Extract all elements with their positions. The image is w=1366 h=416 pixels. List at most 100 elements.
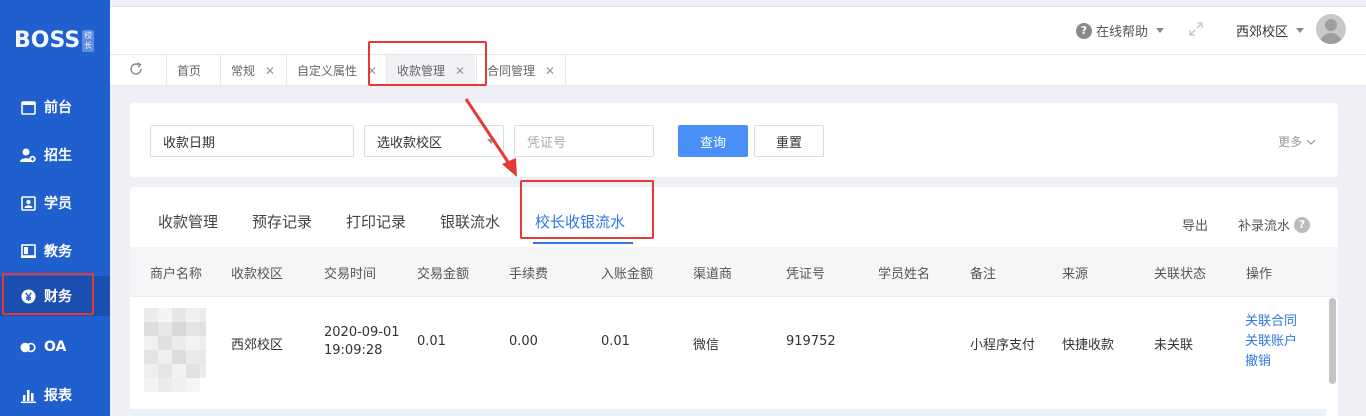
nav-label: 教务 [44, 244, 72, 260]
campus-select-value: 选收款校区 [377, 135, 443, 151]
page-tab-contract-management[interactable]: 合同管理 ✕ [476, 55, 567, 86]
cell-link-status: 未关联 [1154, 338, 1194, 353]
question-icon: ? [1294, 216, 1310, 233]
col-voucher: 凭证号 [786, 267, 826, 282]
cell-remark: 小程序支付 [970, 338, 1036, 353]
nav-item-students[interactable]: 学员 [0, 183, 110, 223]
logo-tag: 校长 [82, 30, 95, 52]
avatar[interactable] [1316, 14, 1346, 44]
cell-voucher: 919752 [786, 334, 836, 349]
nav-label: 学员 [44, 196, 72, 212]
campus-switcher[interactable]: 西郊校区 [1236, 21, 1304, 40]
id-card-icon [20, 195, 36, 211]
col-student-name: 学员姓名 [878, 267, 931, 282]
page-tab-label: 收款管理 [397, 64, 446, 78]
nav-label: 招生 [44, 148, 72, 164]
col-remark: 备注 [970, 267, 997, 282]
next-row-highlight [130, 409, 1326, 416]
nav-label: 财务 [44, 289, 72, 305]
active-tab-indicator [533, 242, 633, 244]
supplement-label: 补录流水 [1237, 219, 1290, 234]
cell-transaction-time: 2020-09-01 19:09:28 [324, 324, 400, 360]
blurred-merchant-name [144, 308, 206, 392]
nav-item-enrollment[interactable]: 招生 [0, 135, 110, 175]
cell-channel: 微信 [693, 338, 720, 353]
link-icon [20, 339, 36, 355]
table-scrollbar[interactable] [1329, 298, 1336, 384]
nav-item-academic[interactable]: 教务 [0, 231, 110, 271]
chevron-down-icon [1306, 139, 1316, 145]
filter-panel: 收款日期 选收款校区 凭证号 查询 重置 更多 [130, 103, 1338, 177]
close-icon[interactable]: ✕ [367, 64, 377, 78]
reset-button[interactable]: 重置 [754, 125, 824, 157]
user-add-icon [20, 147, 36, 163]
book-icon [20, 243, 36, 259]
cell-amount: 0.01 [417, 334, 446, 349]
tab-print-records[interactable]: 打印记录 [346, 211, 406, 232]
table-row: 西郊校区 2020-09-01 19:09:28 0.01 0.00 0.01 … [130, 298, 1326, 410]
calendar-icon [20, 99, 36, 115]
page-tab-label: 常规 [231, 64, 256, 78]
page-tab-general[interactable]: 常规 ✕ [220, 55, 285, 86]
nav-item-oa[interactable]: OA [0, 327, 110, 367]
tab-payment-management[interactable]: 收款管理 [158, 211, 218, 232]
page-tab-payment-management[interactable]: 收款管理 ✕ [386, 55, 476, 86]
caret-down-icon [1156, 28, 1164, 33]
cell-date: 2020-09-01 [324, 325, 400, 340]
tab-principal-cashier-flow[interactable]: 校长收银流水 [535, 211, 625, 232]
caret-down-icon [487, 139, 495, 144]
bar-chart-icon [20, 387, 36, 403]
sub-tabs: 收款管理 预存记录 打印记录 银联流水 校长收银流水 导出 补录流水 ? [130, 187, 1338, 245]
refresh-icon[interactable] [128, 61, 144, 81]
table-header: 商户名称 收款校区 交易时间 交易金额 手续费 入账金额 渠道商 凭证号 学员姓… [130, 247, 1338, 297]
tab-prepaid-records[interactable]: 预存记录 [252, 211, 312, 232]
cell-campus: 西郊校区 [231, 338, 284, 353]
nav-label: OA [44, 339, 67, 355]
cell-net-amount: 0.01 [601, 334, 630, 349]
col-source: 来源 [1062, 267, 1089, 282]
nav-item-finance[interactable]: 财务 [0, 276, 110, 316]
export-button[interactable]: 导出 [1182, 215, 1208, 234]
col-link-status: 关联状态 [1154, 267, 1207, 282]
supplement-flow-button[interactable]: 补录流水 ? [1238, 215, 1310, 234]
page-tab-label: 合同管理 [487, 64, 536, 78]
col-campus: 收款校区 [231, 267, 284, 282]
caret-down-icon [1296, 28, 1304, 33]
question-icon: ? [1075, 22, 1092, 39]
link-account-button[interactable]: 关联账户 [1245, 332, 1297, 352]
col-net-amount: 入账金额 [601, 267, 654, 282]
boss-logo[interactable]: BOSS 校长 [14, 28, 95, 53]
nav-item-reports[interactable]: 报表 [0, 375, 110, 415]
close-icon[interactable]: ✕ [545, 64, 555, 78]
top-bar: ? 在线帮助 西郊校区 [110, 6, 1366, 54]
more-filters-toggle[interactable]: 更多 [1278, 133, 1316, 150]
col-transaction-time: 交易时间 [324, 267, 377, 282]
close-icon[interactable]: ✕ [455, 64, 465, 78]
nav-item-front-desk[interactable]: 前台 [0, 87, 110, 127]
col-channel: 渠道商 [693, 267, 733, 282]
close-icon[interactable]: ✕ [265, 64, 275, 78]
link-contract-button[interactable]: 关联合同 [1245, 312, 1297, 332]
page-tab-custom-attributes[interactable]: 自定义属性 ✕ [286, 55, 387, 86]
voucher-input[interactable]: 凭证号 [514, 125, 654, 157]
online-help[interactable]: ? 在线帮助 [1075, 21, 1164, 40]
query-button[interactable]: 查询 [678, 125, 748, 157]
page-tab-home[interactable]: 首页 [166, 55, 211, 86]
col-amount: 交易金额 [417, 267, 470, 282]
more-label: 更多 [1278, 135, 1303, 149]
main-panel: 收款管理 预存记录 打印记录 银联流水 校长收银流水 导出 补录流水 ? 商户名… [130, 187, 1338, 416]
campus-label: 西郊校区 [1235, 25, 1288, 40]
help-label: 在线帮助 [1095, 25, 1148, 40]
page-tab-label: 首页 [177, 64, 202, 78]
cell-source: 快捷收款 [1062, 338, 1115, 353]
fullscreen-icon[interactable] [1188, 21, 1204, 41]
col-merchant-name: 商户名称 [150, 267, 203, 282]
payment-date-input[interactable]: 收款日期 [150, 125, 354, 157]
cell-time: 19:09:28 [324, 343, 383, 358]
revoke-button[interactable]: 撤销 [1245, 352, 1297, 372]
campus-select[interactable]: 选收款校区 [364, 125, 504, 157]
nav-label: 前台 [44, 100, 72, 116]
yen-icon [20, 288, 36, 304]
page-tab-label: 自定义属性 [297, 64, 358, 78]
tab-unionpay-flow[interactable]: 银联流水 [440, 211, 500, 232]
